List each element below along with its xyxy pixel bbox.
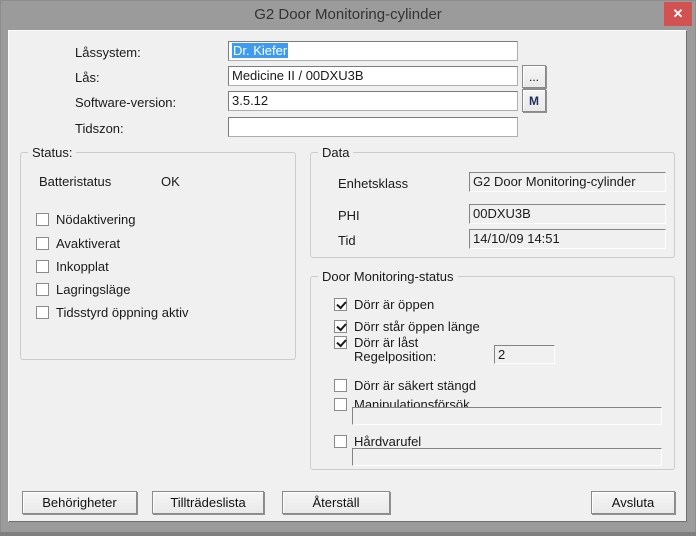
tid-label: Tid	[338, 233, 356, 248]
checkbox-label: Lagringsläge	[56, 282, 130, 297]
checkbox-label: Avaktiverat	[56, 236, 120, 251]
las-field[interactable]: Medicine II / 00DXU3B	[228, 66, 518, 86]
checkbox-box[interactable]	[334, 298, 347, 311]
checkbox-hardvarufel[interactable]: Hårdvarufel	[334, 434, 421, 449]
titlebar: G2 Door Monitoring-cylinder ✕	[0, 0, 696, 30]
checkbox-dorr-ar-last[interactable]: Dörr är låst	[334, 335, 418, 350]
checkbox-label: Tidsstyrd öppning aktiv	[56, 305, 188, 320]
aterstall-button[interactable]: Återställ	[282, 491, 390, 514]
batteristatus-label: Batteristatus	[39, 174, 111, 189]
tidszon-field[interactable]	[228, 117, 518, 137]
checkbox-box[interactable]	[36, 237, 49, 250]
checkbox-label: Hårdvarufel	[354, 434, 421, 449]
tilltradeslista-button[interactable]: Tillträdeslista	[152, 491, 264, 514]
checkbox-dorr-sakert-stangd[interactable]: Dörr är säkert stängd	[334, 378, 476, 393]
lassystem-label: Låssystem:	[75, 45, 141, 60]
checkbox-label: Dörr är låst	[354, 335, 418, 350]
regelposition-value: 2	[494, 345, 555, 364]
checkbox-inkopplat[interactable]: Inkopplat	[36, 259, 109, 274]
checkbox-box[interactable]	[334, 379, 347, 392]
checkbox-avaktiverat[interactable]: Avaktiverat	[36, 236, 120, 251]
status-group-title: Status:	[28, 145, 76, 160]
status-groupbox: Status: Batteristatus OK Nödaktivering A…	[20, 152, 296, 360]
close-icon: ✕	[673, 6, 684, 22]
m-button[interactable]: M	[522, 89, 546, 112]
manipulationsforsok-value	[352, 407, 662, 425]
las-label: Lås:	[75, 70, 100, 85]
checkbox-lagringslage[interactable]: Lagringsläge	[36, 282, 130, 297]
door-monitoring-group-title: Door Monitoring-status	[318, 269, 458, 284]
data-groupbox: Data Enhetsklass G2 Door Monitoring-cyli…	[310, 152, 675, 258]
checkbox-dorr-ar-oppen[interactable]: Dörr är öppen	[334, 297, 434, 312]
browse-button[interactable]: ...	[522, 65, 546, 88]
checkbox-label: Inkopplat	[56, 259, 109, 274]
dialog-window: { "window": { "title": "G2 Door Monitori…	[0, 0, 696, 536]
tid-value: 14/10/09 14:51	[469, 229, 666, 249]
checkbox-dorr-star-oppen-lange[interactable]: Dörr står öppen länge	[334, 319, 480, 334]
close-button[interactable]: ✕	[664, 2, 692, 26]
checkbox-box[interactable]	[36, 283, 49, 296]
batteristatus-value: OK	[161, 174, 180, 189]
phi-value: 00DXU3B	[469, 204, 666, 224]
behorigheter-button[interactable]: Behörigheter	[22, 491, 137, 514]
checkbox-box[interactable]	[334, 435, 347, 448]
checkbox-box[interactable]	[334, 320, 347, 333]
checkbox-box[interactable]	[36, 260, 49, 273]
tidszon-label: Tidszon:	[75, 121, 124, 136]
checkbox-box[interactable]	[334, 398, 347, 411]
checkbox-tidsstyrd-oppning[interactable]: Tidsstyrd öppning aktiv	[36, 305, 188, 320]
checkbox-label: Dörr står öppen länge	[354, 319, 480, 334]
window-title: G2 Door Monitoring-cylinder	[0, 0, 696, 30]
checkbox-box[interactable]	[334, 336, 347, 349]
selected-text: Dr. Kiefer	[232, 43, 288, 58]
phi-label: PHI	[338, 208, 360, 223]
door-monitoring-groupbox: Door Monitoring-status Dörr är öppen Dör…	[310, 276, 675, 470]
checkbox-label: Nödaktivering	[56, 212, 136, 227]
checkbox-label: Dörr är säkert stängd	[354, 378, 476, 393]
avsluta-button[interactable]: Avsluta	[591, 491, 675, 514]
hardvarufel-value	[352, 448, 662, 466]
regelposition-label: Regelposition:	[354, 349, 436, 364]
checkbox-label: Dörr är öppen	[354, 297, 434, 312]
checkbox-nodaktivering[interactable]: Nödaktivering	[36, 212, 136, 227]
checkbox-box[interactable]	[36, 213, 49, 226]
data-group-title: Data	[318, 145, 353, 160]
checkbox-box[interactable]	[36, 306, 49, 319]
window-bottom-edge	[0, 532, 696, 536]
software-version-label: Software-version:	[75, 95, 176, 110]
lassystem-field[interactable]: Dr. Kiefer	[228, 41, 518, 61]
enhetsklass-value: G2 Door Monitoring-cylinder	[469, 172, 666, 192]
enhetsklass-label: Enhetsklass	[338, 176, 408, 191]
software-version-field[interactable]: 3.5.12	[228, 91, 518, 111]
